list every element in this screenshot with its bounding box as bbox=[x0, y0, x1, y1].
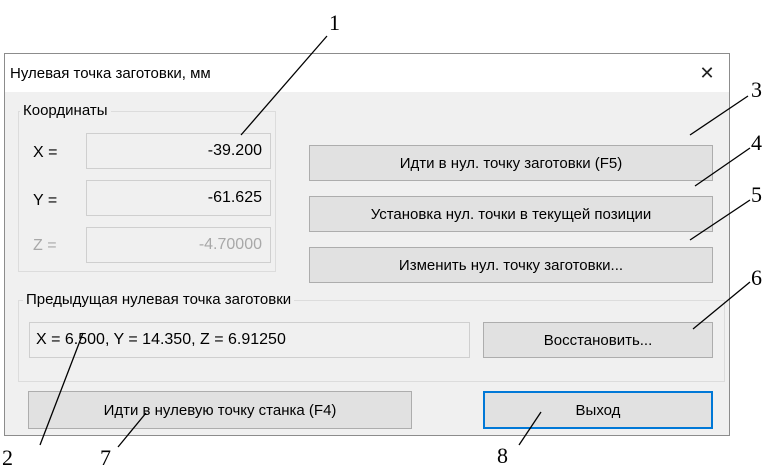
annotation-6: 6 bbox=[751, 265, 762, 290]
leader-line-7 bbox=[117, 412, 147, 448]
leader-line-2 bbox=[39, 332, 84, 446]
annotation-8: 8 bbox=[497, 443, 508, 468]
leader-line-3 bbox=[689, 95, 749, 136]
leader-line-4 bbox=[694, 147, 751, 187]
leader-line-5 bbox=[689, 199, 751, 241]
leader-line-8 bbox=[518, 411, 542, 446]
leader-line-6 bbox=[692, 281, 751, 330]
annotation-5: 5 bbox=[751, 182, 762, 207]
annotation-1: 1 bbox=[329, 10, 340, 35]
annotation-7: 7 bbox=[100, 445, 111, 470]
annotation-leaders bbox=[39, 35, 751, 448]
annotation-4: 4 bbox=[751, 130, 762, 155]
annotation-2: 2 bbox=[2, 445, 13, 470]
annotation-3: 3 bbox=[751, 77, 762, 102]
leader-line-1 bbox=[240, 35, 328, 136]
